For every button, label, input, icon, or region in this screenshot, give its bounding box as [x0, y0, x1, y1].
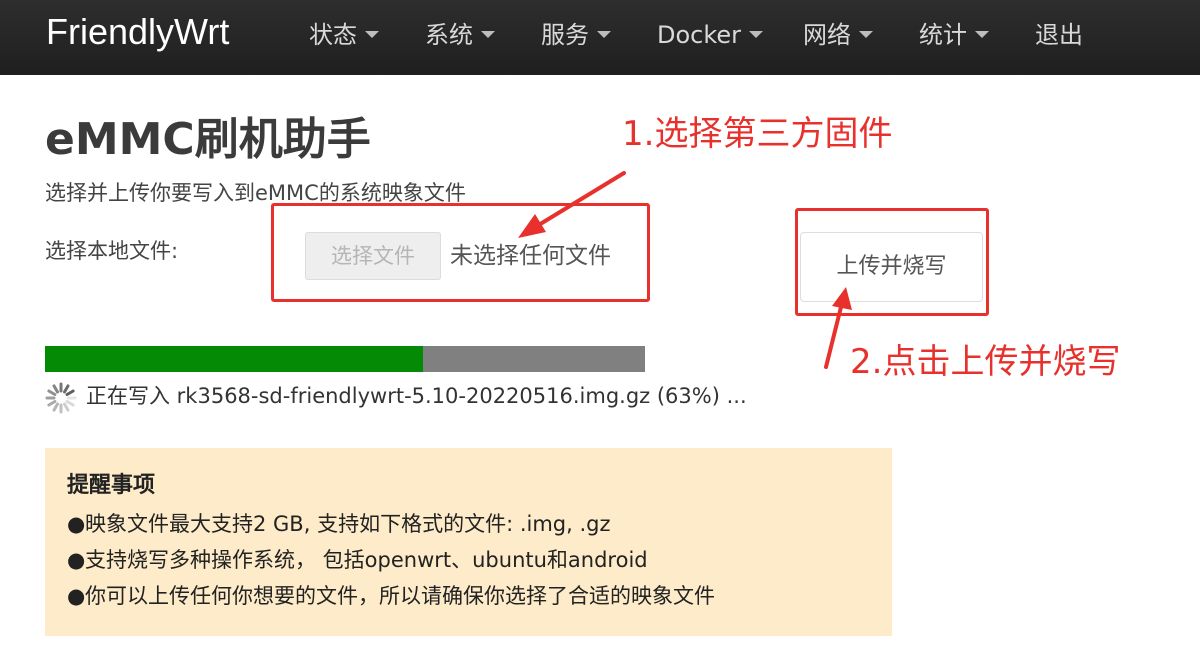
bullet-icon: ●	[67, 584, 86, 608]
write-progress-status: 正在写入 rk3568-sd-friendlywrt-5.10-20220516…	[86, 384, 747, 408]
spinner-spoke	[52, 384, 59, 394]
write-progress-fill	[45, 346, 423, 372]
spinner-spoke	[65, 389, 75, 396]
spinner-spoke	[63, 384, 70, 394]
notice-item-text: 你可以上传任何你想要的文件，所以请确保你选择了合适的映象文件	[85, 584, 715, 608]
loading-spinner-icon	[45, 382, 77, 414]
notice-list-item: ●映象文件最大支持2 GB, 支持如下格式的文件: .img, .gz	[67, 506, 868, 542]
spinner-spoke	[47, 389, 57, 396]
arrow-icon	[824, 287, 852, 369]
notice-item-text: 映象文件最大支持2 GB, 支持如下格式的文件: .img, .gz	[85, 512, 611, 536]
arrow-icon	[518, 171, 626, 238]
write-progress-bar	[45, 346, 645, 372]
notice-title: 提醒事项	[67, 473, 156, 498]
spinner-spoke	[47, 400, 57, 407]
notice-item-text: 支持烧写多种操作系统， 包括openwrt、ubuntu和android	[85, 548, 648, 572]
spinner-spoke	[65, 400, 75, 407]
notice-panel: 提醒事项 ●映象文件最大支持2 GB, 支持如下格式的文件: .img, .gz…	[45, 448, 892, 636]
bullet-icon: ●	[67, 512, 86, 536]
spinner-spoke	[52, 402, 59, 412]
notice-list-item: ●支持烧写多种操作系统， 包括openwrt、ubuntu和android	[67, 542, 868, 578]
notice-list-item: ●你可以上传任何你想要的文件，所以请确保你选择了合适的映象文件	[67, 578, 868, 614]
bullet-icon: ●	[67, 548, 86, 572]
spinner-spoke	[63, 402, 70, 412]
